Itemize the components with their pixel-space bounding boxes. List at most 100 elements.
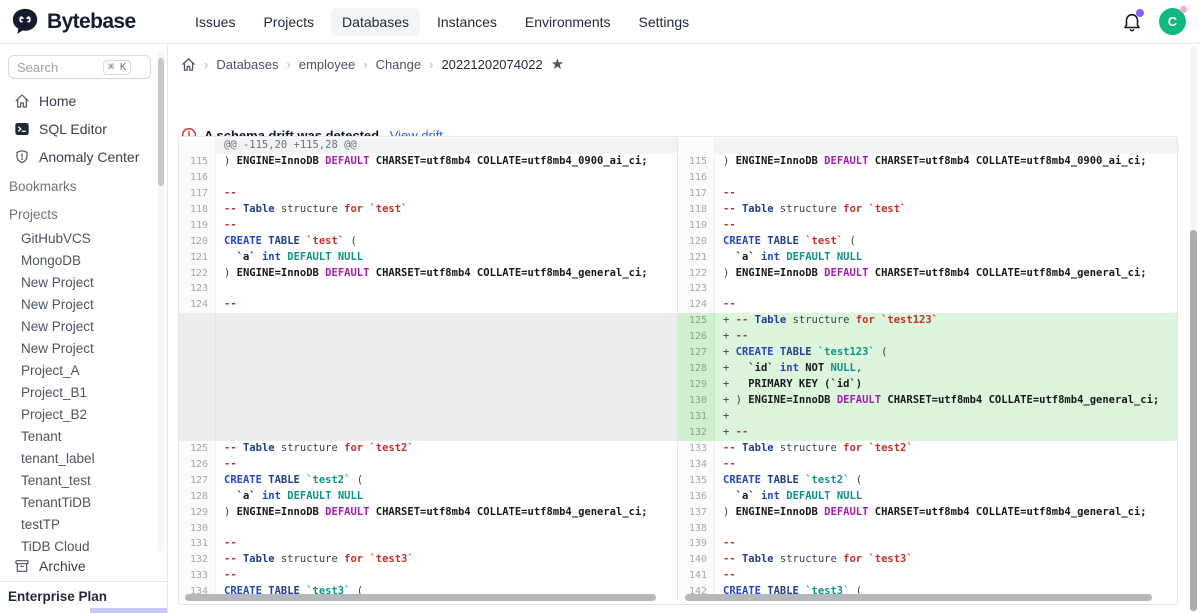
plan-accent-strip bbox=[90, 608, 167, 613]
diff-line-right: 140-- Table structure for `test3` bbox=[678, 552, 1177, 568]
diff-line-left: 123 bbox=[179, 281, 678, 297]
project-item[interactable]: MongoDB bbox=[0, 249, 167, 271]
diff-line-left: @@ -115,20 +115,28 @@ bbox=[179, 138, 678, 154]
diff-line-left: 127CREATE TABLE `test2` ( bbox=[179, 473, 678, 489]
diff-line-left bbox=[179, 329, 678, 345]
code-line bbox=[216, 281, 677, 297]
diff-line-right: 132+ -- bbox=[678, 425, 1177, 441]
main-content: ›Databases›employee›Change›2022120207402… bbox=[168, 44, 1200, 613]
code-line: -- bbox=[216, 297, 677, 313]
diff-line-left: 117-- bbox=[179, 186, 678, 202]
line-number: 130 bbox=[678, 393, 715, 409]
diff-row: 128 `a` int DEFAULT NULL136 `a` int DEFA… bbox=[179, 489, 1177, 505]
nav-item-databases[interactable]: Databases bbox=[331, 8, 420, 36]
diff-row: 127+ CREATE TABLE `test123` ( bbox=[179, 345, 1177, 361]
notifications-button[interactable] bbox=[1121, 11, 1143, 33]
breadcrumb-item[interactable]: 20221202074022 bbox=[441, 57, 542, 72]
breadcrumb-item[interactable]: Change bbox=[376, 57, 422, 72]
top-navbar: Bytebase IssuesProjectsDatabasesInstance… bbox=[0, 0, 1200, 44]
project-item[interactable]: Project_B1 bbox=[0, 381, 167, 403]
code-line: -- bbox=[216, 568, 677, 584]
brand-logo[interactable]: Bytebase bbox=[10, 7, 168, 37]
sidebar-scrollbar-thumb[interactable] bbox=[158, 58, 164, 186]
project-item[interactable]: TenantTiDB bbox=[0, 491, 167, 513]
code-line: CREATE TABLE `test` ( bbox=[715, 234, 1177, 250]
diff-line-right: 136 `a` int DEFAULT NULL bbox=[678, 489, 1177, 505]
line-number bbox=[179, 361, 216, 377]
search-box[interactable]: ⌘ K bbox=[8, 55, 151, 79]
project-item[interactable]: GitHubVCS bbox=[0, 227, 167, 249]
project-item[interactable]: Project_B2 bbox=[0, 403, 167, 425]
code-line bbox=[715, 170, 1177, 186]
line-number: 120 bbox=[179, 234, 216, 250]
line-number: 138 bbox=[678, 521, 715, 537]
code-line bbox=[715, 521, 1177, 537]
sidebar-item-sql-editor[interactable]: SQL Editor bbox=[0, 115, 167, 143]
nav-item-environments[interactable]: Environments bbox=[514, 8, 622, 36]
line-number: 139 bbox=[678, 536, 715, 552]
project-item[interactable]: testTP bbox=[0, 513, 167, 535]
diff-line-right: 116 bbox=[678, 170, 1177, 186]
avatar-initial: C bbox=[1168, 14, 1177, 29]
right-pane-h-scrollbar[interactable] bbox=[685, 594, 1152, 601]
line-number bbox=[179, 393, 216, 409]
sidebar-item-archive[interactable]: Archive bbox=[0, 551, 167, 581]
code-line: -- bbox=[715, 536, 1177, 552]
project-item[interactable]: New Project bbox=[0, 315, 167, 337]
code-line: CREATE TABLE `test2` ( bbox=[216, 473, 677, 489]
line-number: 118 bbox=[678, 202, 715, 218]
breadcrumb-home-icon[interactable] bbox=[181, 57, 196, 72]
code-line: -- Table structure for `test3` bbox=[715, 552, 1177, 568]
search-input[interactable] bbox=[17, 60, 103, 75]
breadcrumb-item[interactable]: Databases bbox=[216, 57, 278, 72]
code-line bbox=[216, 313, 677, 329]
line-number: 129 bbox=[678, 377, 715, 393]
project-item[interactable]: Tenant_test bbox=[0, 469, 167, 491]
code-line: + CREATE TABLE `test123` ( bbox=[715, 345, 1177, 361]
code-line bbox=[216, 345, 677, 361]
sidebar-item-anomaly-center[interactable]: Anomaly Center bbox=[0, 143, 167, 171]
project-item[interactable]: New Project bbox=[0, 337, 167, 359]
breadcrumb-separator: › bbox=[363, 57, 367, 72]
diff-line-right: 118-- Table structure for `test` bbox=[678, 202, 1177, 218]
project-item[interactable]: tenant_label bbox=[0, 447, 167, 469]
nav-item-settings[interactable]: Settings bbox=[628, 8, 701, 36]
star-icon[interactable]: ★ bbox=[551, 57, 564, 72]
nav-item-projects[interactable]: Projects bbox=[252, 8, 325, 36]
line-number: 141 bbox=[678, 568, 715, 584]
nav-item-instances[interactable]: Instances bbox=[426, 8, 508, 36]
line-number: 117 bbox=[179, 186, 216, 202]
page-scrollbar-thumb[interactable] bbox=[1190, 230, 1197, 611]
diff-line-left bbox=[179, 345, 678, 361]
sidebar-item-home[interactable]: Home bbox=[0, 87, 167, 115]
user-avatar[interactable]: C bbox=[1159, 8, 1186, 35]
diff-line-left: 133-- bbox=[179, 568, 678, 584]
code-line: `a` int DEFAULT NULL bbox=[715, 489, 1177, 505]
diff-line-left: 121 `a` int DEFAULT NULL bbox=[179, 250, 678, 266]
diff-line-left: 131-- bbox=[179, 536, 678, 552]
diff-line-right: 139-- bbox=[678, 536, 1177, 552]
diff-line-left bbox=[179, 361, 678, 377]
nav-item-issues[interactable]: Issues bbox=[184, 8, 246, 36]
page-scrollbar bbox=[1190, 46, 1197, 613]
project-item[interactable]: New Project bbox=[0, 271, 167, 293]
diff-row: 122) ENGINE=InnoDB DEFAULT CHARSET=utf8m… bbox=[179, 266, 1177, 282]
breadcrumb-item[interactable]: employee bbox=[299, 57, 355, 72]
diff-line-right: 121 `a` int DEFAULT NULL bbox=[678, 250, 1177, 266]
project-item[interactable]: New Project bbox=[0, 293, 167, 315]
line-number: 123 bbox=[179, 281, 216, 297]
code-line: -- bbox=[715, 297, 1177, 313]
project-item[interactable]: Tenant bbox=[0, 425, 167, 447]
code-line: ) ENGINE=InnoDB DEFAULT CHARSET=utf8mb4 … bbox=[216, 505, 677, 521]
diff-line-right: 141-- bbox=[678, 568, 1177, 584]
diff-row: 126+ -- bbox=[179, 329, 1177, 345]
left-pane-h-scrollbar[interactable] bbox=[185, 594, 656, 601]
code-line: + PRIMARY KEY (`id`) bbox=[715, 377, 1177, 393]
diff-line-right: 137) ENGINE=InnoDB DEFAULT CHARSET=utf8m… bbox=[678, 505, 1177, 521]
line-number: 134 bbox=[678, 457, 715, 473]
project-item[interactable]: Project_A bbox=[0, 359, 167, 381]
line-number: 131 bbox=[678, 409, 715, 425]
line-number: 122 bbox=[678, 266, 715, 282]
line-number: 127 bbox=[179, 473, 216, 489]
code-line: `a` int DEFAULT NULL bbox=[216, 489, 677, 505]
